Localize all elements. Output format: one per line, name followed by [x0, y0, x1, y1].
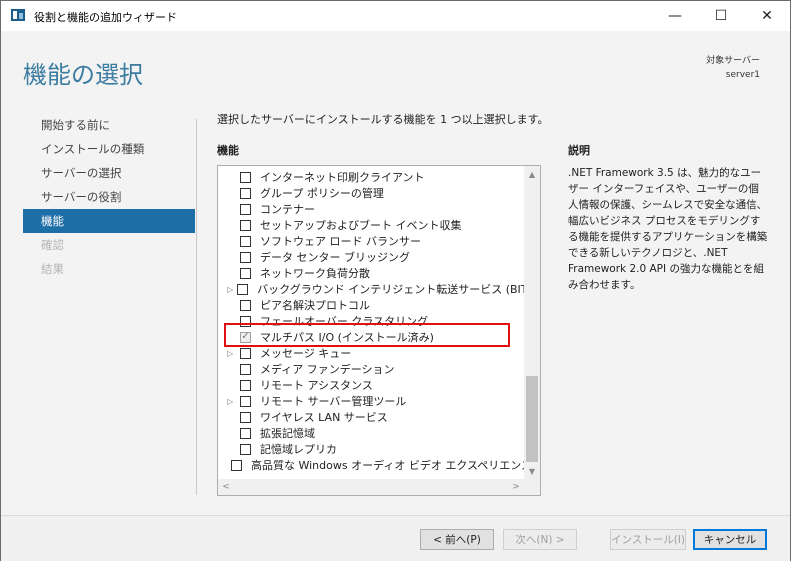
feature-checkbox[interactable]	[240, 299, 251, 311]
feature-label: リモート アシスタンス	[260, 379, 373, 392]
feature-checkbox[interactable]	[240, 187, 251, 199]
feature-checkbox[interactable]	[240, 251, 251, 263]
feature-item[interactable]: インターネット印刷クライアント	[218, 169, 524, 185]
wizard-header: 機能の選択 対象サーバー server1	[1, 31, 790, 101]
feature-checkbox[interactable]	[240, 379, 251, 391]
nav-item-confirmation: 確認	[41, 238, 64, 252]
feature-checkbox[interactable]	[237, 283, 249, 295]
instruction-text: 選択したサーバーにインストールする機能を 1 つ以上選択します。	[217, 113, 549, 126]
feature-checkbox[interactable]	[240, 363, 251, 375]
vertical-scrollbar[interactable]: ▲ ▼	[524, 166, 540, 479]
feature-item[interactable]: ▷ バックグラウンド インテリジェント転送サービス (BITS)	[218, 281, 539, 297]
feature-item[interactable]: 高品質な Windows オーディオ ビデオ エクスペリエンス	[218, 457, 532, 473]
scroll-down-arrow-icon[interactable]: ▼	[524, 463, 540, 479]
nav-item-features[interactable]: 機能	[23, 209, 195, 233]
highlight-annotation	[224, 323, 510, 347]
feature-label: 高品質な Windows オーディオ ビデオ エクスペリエンス	[251, 459, 532, 472]
horizontal-scrollbar[interactable]: < >	[218, 479, 540, 495]
feature-item[interactable]: ソフトウェア ロード バランサー	[218, 233, 524, 249]
feature-label: インターネット印刷クライアント	[260, 171, 425, 184]
target-server: 対象サーバー server1	[706, 54, 760, 82]
sidebar-divider	[196, 119, 197, 495]
scroll-up-arrow-icon[interactable]: ▲	[524, 166, 540, 182]
feature-label: コンテナー	[260, 203, 315, 216]
target-server-label: 対象サーバー	[706, 56, 760, 66]
maximize-button[interactable]: ☐	[698, 1, 744, 31]
scroll-left-arrow-icon[interactable]: <	[218, 479, 234, 495]
nav-item-server-roles[interactable]: サーバーの役割	[23, 185, 195, 209]
feature-item[interactable]: 拡張記憶域	[218, 425, 524, 441]
vertical-scroll-thumb[interactable]	[526, 376, 538, 462]
scroll-right-arrow-icon[interactable]: >	[508, 479, 524, 495]
feature-item[interactable]: コンテナー	[218, 201, 524, 217]
feature-label: ワイヤレス LAN サービス	[260, 411, 388, 424]
expand-arrow-icon[interactable]: ▷	[227, 349, 236, 358]
feature-item[interactable]: セットアップおよびブート イベント収集	[218, 217, 524, 233]
feature-label: ソフトウェア ロード バランサー	[260, 235, 421, 248]
feature-checkbox[interactable]	[240, 171, 251, 183]
feature-checkbox[interactable]	[240, 219, 251, 231]
title-bar[interactable]: 役割と機能の追加ウィザード — ☐ ✕	[1, 1, 790, 31]
features-heading: 機能	[217, 144, 239, 157]
expand-arrow-icon[interactable]: ▷	[227, 397, 236, 406]
feature-label: データ センター ブリッジング	[260, 251, 410, 264]
feature-checkbox[interactable]	[240, 411, 251, 423]
feature-item[interactable]: リモート アシスタンス	[218, 377, 524, 393]
next-button[interactable]: 次へ(N) >	[503, 529, 577, 550]
feature-label: グループ ポリシーの管理	[260, 187, 384, 200]
feature-checkbox[interactable]	[240, 347, 251, 359]
wizard-window: 役割と機能の追加ウィザード — ☐ ✕ 機能の選択 対象サーバー server1…	[0, 0, 791, 561]
feature-checkbox[interactable]	[240, 443, 251, 455]
feature-checkbox[interactable]	[240, 427, 251, 439]
feature-checkbox[interactable]	[240, 267, 251, 279]
feature-item[interactable]: データ センター ブリッジング	[218, 249, 524, 265]
nav-item-results: 結果	[41, 262, 64, 276]
expand-arrow-icon[interactable]: ▷	[227, 285, 233, 294]
description-heading: 説明	[568, 144, 590, 157]
page-title: 機能の選択	[23, 61, 143, 89]
feature-label: ネットワーク負荷分散	[260, 267, 370, 280]
feature-checkbox[interactable]	[231, 459, 242, 471]
feature-label: 拡張記憶域	[260, 427, 315, 440]
feature-label: セットアップおよびブート イベント収集	[260, 219, 462, 232]
description-text: .NET Framework 3.5 は、魅力的なユーザー インターフェイスや、…	[568, 167, 768, 291]
feature-label: 記憶域レプリカ	[260, 443, 337, 456]
wizard-steps-nav: 開始する前に インストールの種類 サーバーの選択 サーバーの役割 機能 確認 結…	[23, 113, 195, 281]
close-button[interactable]: ✕	[744, 1, 790, 31]
feature-checkbox[interactable]	[240, 235, 251, 247]
server-manager-icon	[11, 9, 25, 21]
feature-checkbox[interactable]	[240, 203, 251, 215]
nav-item-installation-type[interactable]: インストールの種類	[23, 137, 195, 161]
nav-item-before-you-begin[interactable]: 開始する前に	[23, 113, 195, 137]
feature-item[interactable]: 記憶域レプリカ	[218, 441, 524, 457]
feature-item[interactable]: ▷ メッセージ キュー	[218, 345, 524, 361]
feature-item[interactable]: グループ ポリシーの管理	[218, 185, 524, 201]
nav-item-server-selection[interactable]: サーバーの選択	[23, 161, 195, 185]
feature-label: メッセージ キュー	[260, 347, 352, 360]
minimize-button[interactable]: —	[652, 1, 698, 31]
feature-item[interactable]: ネットワーク負荷分散	[218, 265, 524, 281]
feature-item[interactable]: メディア ファンデーション	[218, 361, 524, 377]
feature-item[interactable]: ▷ リモート サーバー管理ツール	[218, 393, 524, 409]
feature-label: リモート サーバー管理ツール	[260, 395, 407, 408]
cancel-button[interactable]: キャンセル	[693, 529, 767, 550]
feature-checkbox[interactable]	[240, 395, 251, 407]
feature-label: メディア ファンデーション	[260, 363, 395, 376]
feature-item[interactable]: ピア名解決プロトコル	[218, 297, 524, 313]
feature-label: バックグラウンド インテリジェント転送サービス (BITS)	[257, 283, 539, 296]
wizard-footer: < 前へ(P) 次へ(N) > インストール(I) キャンセル	[1, 515, 790, 561]
window-title: 役割と機能の追加ウィザード	[34, 11, 177, 24]
feature-label: ピア名解決プロトコル	[260, 299, 370, 312]
feature-item[interactable]: ワイヤレス LAN サービス	[218, 409, 524, 425]
previous-button[interactable]: < 前へ(P)	[420, 529, 494, 550]
install-button[interactable]: インストール(I)	[610, 529, 686, 550]
target-server-name: server1	[725, 70, 760, 80]
